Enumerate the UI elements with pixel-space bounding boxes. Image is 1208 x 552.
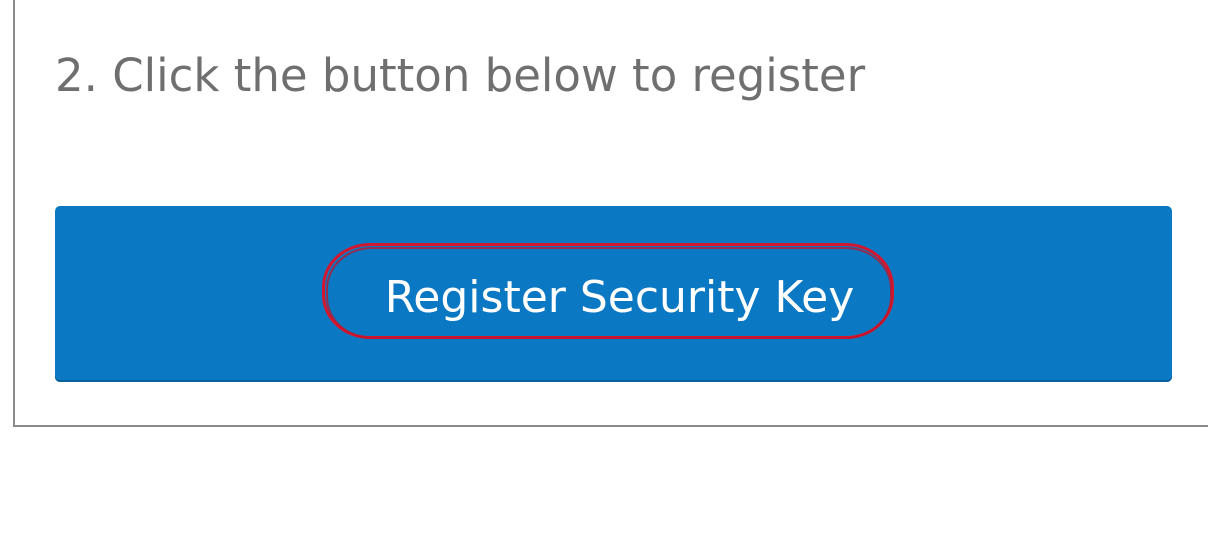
- register-security-key-button[interactable]: Register Security Key: [55, 206, 1172, 382]
- register-security-key-label: Register Security Key: [384, 272, 855, 323]
- step-instruction: 2. Click the button below to register: [55, 49, 866, 102]
